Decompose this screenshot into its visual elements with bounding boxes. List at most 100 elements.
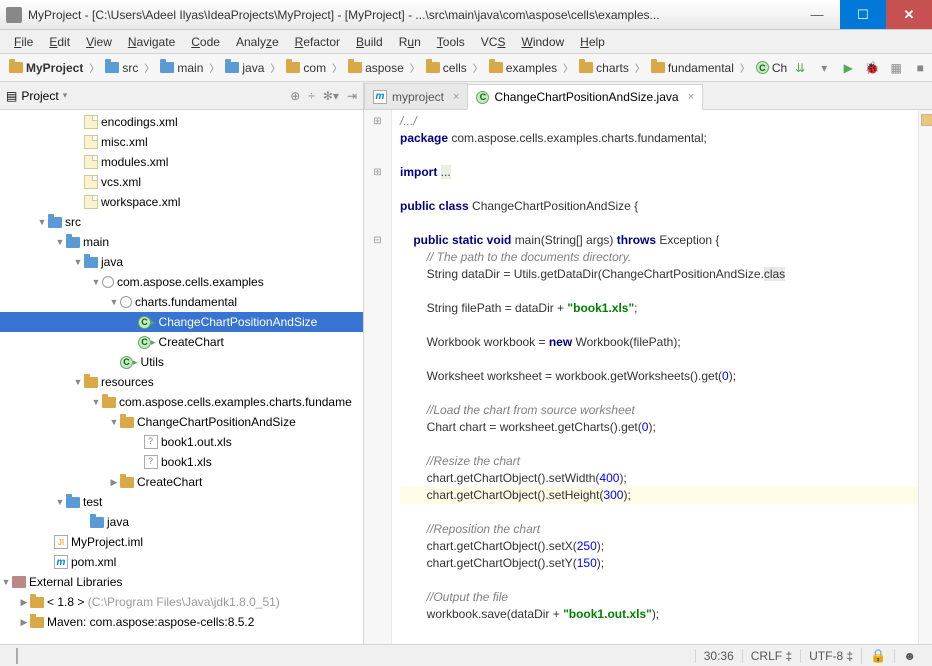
project-view-selector[interactable]: ▤ Project ▾ (6, 89, 290, 103)
crumb-charts[interactable]: charts (576, 60, 632, 76)
xml-icon (84, 155, 98, 169)
menu-tools[interactable]: Tools (429, 32, 473, 52)
expand-arrow[interactable]: ▼ (90, 397, 102, 407)
expand-arrow[interactable]: ▼ (108, 417, 120, 427)
status-bar: 30:36 CRLF ‡ UTF-8 ‡ 🔒 ☻ (0, 644, 932, 666)
project-tree[interactable]: encodings.xml misc.xml modules.xml vcs.x… (0, 110, 363, 644)
chevron-right-icon: 〉 (635, 60, 645, 75)
expand-arrow[interactable]: ▶ (108, 477, 120, 488)
folder-icon (9, 62, 23, 73)
menu-help[interactable]: Help (572, 32, 613, 52)
menu-code[interactable]: Code (183, 32, 228, 52)
folder-icon (120, 417, 134, 428)
crumb-class[interactable]: CCh (753, 60, 790, 76)
menu-analyze[interactable]: Analyze (228, 32, 287, 52)
tab-myproject[interactable]: mmyproject× (364, 83, 468, 109)
cursor-position[interactable]: 30:36 (695, 649, 742, 663)
menu-window[interactable]: Window (513, 32, 572, 52)
menu-view[interactable]: View (78, 32, 120, 52)
folder-icon (579, 62, 593, 73)
folder-icon (120, 477, 134, 488)
crumb-examples[interactable]: examples (486, 60, 560, 76)
chevron-right-icon: 〉 (144, 60, 154, 75)
tab-changechart[interactable]: CChangeChartPositionAndSize.java× (467, 84, 703, 110)
project-tool-window: ▤ Project ▾ ⊕ ÷ ✻▾ ⇥ encodings.xml misc.… (0, 82, 364, 644)
crumb-java[interactable]: java (222, 60, 267, 76)
crumb-com[interactable]: com (283, 60, 329, 76)
coverage-icon[interactable]: ▦ (888, 60, 904, 76)
expand-arrow[interactable]: ▼ (72, 257, 84, 267)
hide-icon[interactable]: ⇥ (347, 89, 357, 103)
fold-icon[interactable]: ⊞ (364, 113, 391, 130)
expand-arrow[interactable]: ▼ (72, 377, 84, 387)
code-editor[interactable]: /.../ package com.aspose.cells.examples.… (392, 110, 932, 644)
expand-arrow[interactable]: ▼ (54, 497, 66, 507)
close-icon[interactable]: × (688, 91, 694, 103)
close-icon[interactable]: × (453, 91, 459, 103)
error-stripe[interactable] (918, 110, 932, 644)
folder-icon (66, 497, 80, 508)
stop-icon[interactable]: ■ (912, 60, 928, 76)
run-config-dropdown[interactable]: ▾ (816, 60, 832, 76)
window-title: MyProject - [C:\Users\Adeel Ilyas\IdeaPr… (28, 8, 794, 22)
folder-icon (30, 617, 44, 628)
menu-file[interactable]: File (6, 32, 41, 52)
crumb-fundamental[interactable]: fundamental (648, 60, 737, 76)
menu-vcs[interactable]: VCS (473, 32, 514, 52)
minimize-button[interactable]: — (794, 0, 840, 29)
app-icon (6, 7, 22, 23)
file-encoding[interactable]: UTF-8 ‡ (800, 649, 861, 663)
settings-icon[interactable]: ✻▾ (323, 89, 339, 103)
file-icon (144, 435, 158, 449)
package-icon (102, 276, 114, 288)
lock-icon[interactable]: 🔒 (861, 648, 894, 664)
project-icon: ▤ (6, 89, 17, 103)
hector-icon[interactable]: ☻ (894, 649, 924, 663)
folder-icon (105, 62, 119, 73)
chevron-right-icon: 〉 (89, 60, 99, 75)
expand-arrow[interactable]: ▼ (108, 297, 120, 307)
menu-build[interactable]: Build (348, 32, 391, 52)
expand-arrow[interactable]: ▼ (0, 577, 12, 587)
folder-icon (48, 217, 62, 228)
debug-icon[interactable]: 🐞 (864, 60, 880, 76)
gutter[interactable]: ⊞ ⊞ ⊟ (364, 110, 392, 644)
chevron-right-icon: 〉 (473, 60, 483, 75)
fold-icon[interactable]: ⊟ (364, 232, 391, 249)
fold-icon[interactable]: ⊞ (364, 164, 391, 181)
expand-arrow[interactable]: ▼ (90, 277, 102, 287)
line-separator[interactable]: CRLF ‡ (742, 649, 800, 663)
scroll-from-source-icon[interactable]: ⊕ (290, 89, 300, 103)
class-icon: C (138, 316, 151, 329)
crumb-project[interactable]: MyProject (6, 60, 86, 76)
xml-icon (84, 115, 98, 129)
menu-navigate[interactable]: Navigate (120, 32, 183, 52)
crumb-src[interactable]: src (102, 60, 141, 76)
folder-icon (160, 62, 174, 73)
menu-run[interactable]: Run (391, 32, 429, 52)
maximize-button[interactable]: ☐ (840, 0, 886, 29)
menu-edit[interactable]: Edit (41, 32, 78, 52)
collapse-all-icon[interactable]: ÷ (308, 89, 315, 103)
class-icon: C (476, 91, 489, 104)
crumb-main[interactable]: main (157, 60, 206, 76)
menu-refactor[interactable]: Refactor (287, 32, 348, 52)
chevron-right-icon: 〉 (740, 60, 750, 75)
crumb-aspose[interactable]: aspose (345, 60, 407, 76)
close-button[interactable]: ✕ (886, 0, 932, 29)
expand-arrow[interactable]: ▼ (54, 237, 66, 247)
run-icon[interactable]: ▶ (840, 60, 856, 76)
chevron-right-icon: 〉 (410, 60, 420, 75)
expand-arrow[interactable]: ▼ (36, 217, 48, 227)
expand-arrow[interactable]: ▶ (18, 617, 30, 628)
folder-icon (84, 257, 98, 268)
folder-icon (225, 62, 239, 73)
folder-icon (348, 62, 362, 73)
status-indicator-icon[interactable] (16, 648, 18, 664)
folder-icon (286, 62, 300, 73)
make-icon[interactable]: ⇊ (792, 60, 808, 76)
expand-arrow[interactable]: ▶ (18, 597, 30, 608)
xml-icon (84, 135, 98, 149)
crumb-cells[interactable]: cells (423, 60, 470, 76)
xml-icon (84, 175, 98, 189)
